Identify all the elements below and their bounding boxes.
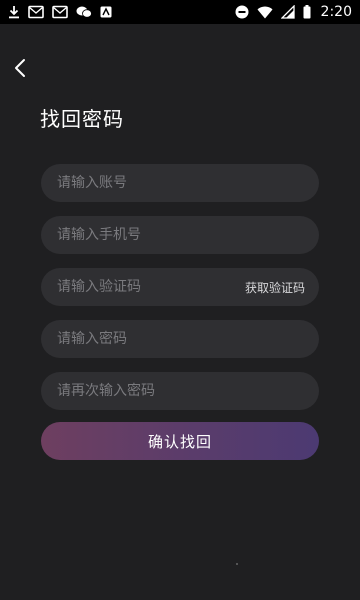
app-icon <box>100 6 112 18</box>
mail-icon <box>52 5 68 19</box>
password-field <box>41 320 319 358</box>
status-bar-right: 2:20 <box>235 4 352 20</box>
decorative-dot <box>236 563 238 565</box>
status-bar: 2:20 <box>0 0 360 24</box>
wifi-icon <box>257 6 273 19</box>
battery-icon <box>303 5 311 19</box>
wechat-icon <box>76 5 92 19</box>
phone-input[interactable] <box>55 226 305 244</box>
download-icon <box>8 5 20 19</box>
phone-field <box>41 216 319 254</box>
confirm-password-input[interactable] <box>55 382 305 400</box>
get-code-button[interactable]: 获取验证码 <box>245 279 305 296</box>
account-field <box>41 164 319 202</box>
status-bar-left <box>8 5 112 19</box>
back-button[interactable] <box>8 56 32 84</box>
mail-icon <box>28 5 44 19</box>
password-input[interactable] <box>55 330 305 348</box>
confirm-password-field <box>41 372 319 410</box>
chevron-left-icon <box>13 58 27 82</box>
verification-code-field: 获取验证码 <box>41 268 319 306</box>
verification-code-input[interactable] <box>55 278 245 296</box>
confirm-recover-button[interactable]: 确认找回 <box>41 422 319 460</box>
account-input[interactable] <box>55 174 305 192</box>
status-time: 2:20 <box>320 4 352 20</box>
page-title: 找回密码 <box>40 107 124 131</box>
signal-icon <box>280 5 295 19</box>
do-not-disturb-icon <box>235 5 249 19</box>
